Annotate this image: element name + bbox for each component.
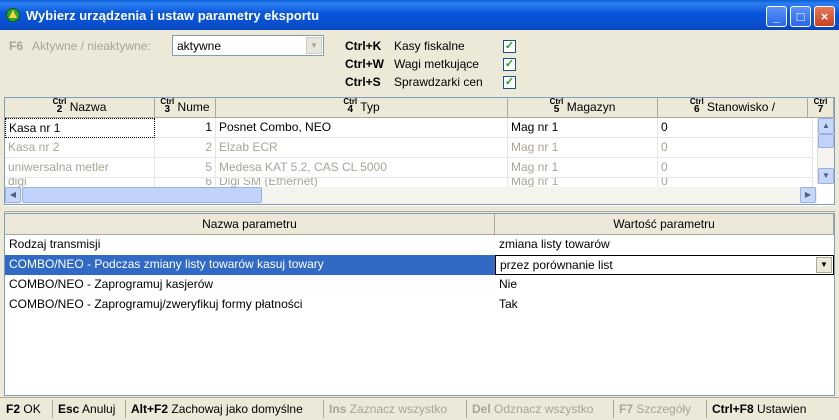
- separator: [706, 400, 707, 418]
- table-row[interactable]: Kasa nr 2 2 Elzab ECR Mag nr 1 0: [5, 138, 813, 158]
- cell-number: 5: [155, 158, 216, 178]
- param-value: zmiana listy towarów: [499, 237, 610, 251]
- separator: [52, 400, 53, 418]
- cell-warehouse: Mag nr 1: [508, 158, 658, 178]
- cell-warehouse: Mag nr 1: [508, 118, 658, 138]
- checkbox-price-checkers[interactable]: ✓: [503, 76, 516, 89]
- cell-station: 0: [658, 118, 813, 138]
- column-header-param-name[interactable]: Nazwa parametru: [5, 214, 495, 235]
- cell-station: 0: [658, 178, 813, 187]
- select-all-button[interactable]: Ins Zaznacz wszystko: [329, 402, 447, 416]
- scroll-left-icon[interactable]: ◀: [5, 187, 21, 203]
- column-header-type[interactable]: Ctrl 4 Typ: [216, 98, 508, 118]
- cell-type: Digi SM (Ethernet): [216, 178, 508, 187]
- chevron-down-icon[interactable]: ▼: [306, 37, 322, 54]
- param-value: Tak: [499, 297, 518, 311]
- cell-station: 0: [658, 138, 813, 158]
- filter-shortcut: F6: [9, 39, 24, 53]
- vertical-scrollbar[interactable]: ▲ ▼: [817, 118, 834, 184]
- active-filter-select[interactable]: aktywne ▼: [172, 35, 324, 56]
- close-button[interactable]: ×: [814, 6, 835, 27]
- deselect-all-button[interactable]: Del Odznacz wszystko: [472, 402, 593, 416]
- cell-station: 0: [658, 158, 813, 178]
- shortcut-ctrl-k: Ctrl+K: [345, 39, 382, 53]
- shortcut-ctrl-w: Ctrl+W: [345, 57, 384, 71]
- cell-warehouse: Mag nr 1: [508, 138, 658, 158]
- device-type-label-checkers: Sprawdzarki cen: [394, 75, 483, 89]
- save-default-button[interactable]: Alt+F2 Zachowaj jako domyślne: [131, 402, 303, 416]
- column-header-extra[interactable]: Ctrl 7: [808, 98, 834, 118]
- minimize-button[interactable]: _: [766, 6, 787, 27]
- cell-number: 6: [155, 178, 216, 187]
- cell-name: uniwersalna metler: [5, 158, 155, 178]
- param-value: Nie: [499, 277, 518, 291]
- table-row[interactable]: Kasa nr 1 1 Posnet Combo, NEO Mag nr 1 0: [5, 118, 813, 138]
- details-button[interactable]: F7 Szczegóły: [619, 402, 691, 416]
- param-name: Rodzaj transmisji: [9, 237, 101, 251]
- devices-grid[interactable]: Ctrl 2 Nazwa Ctrl 3 Nume Ctrl 4 Typ Ctrl 5 M…: [4, 97, 835, 205]
- param-name: COMBO/NEO - Zaprogramuj/zweryfikuj formy…: [9, 297, 303, 311]
- export-dialog: Wybierz urządzenia i ustaw parametry eks…: [0, 0, 839, 420]
- panel-splitter[interactable]: [4, 205, 835, 212]
- separator: [466, 400, 467, 418]
- param-name: COMBO/NEO - Podczas zmiany listy towarów…: [5, 255, 495, 275]
- param-row[interactable]: COMBO/NEO - Zaprogramuj kasjerów Nie: [5, 275, 834, 295]
- title-bar[interactable]: Wybierz urządzenia i ustaw parametry eks…: [0, 0, 839, 30]
- scroll-down-icon[interactable]: ▼: [818, 168, 834, 184]
- shortcut-ctrl-s: Ctrl+S: [345, 75, 381, 89]
- horizontal-scroll-thumb[interactable]: [22, 187, 262, 203]
- column-header-station[interactable]: Ctrl 6 Stanowisko /: [658, 98, 808, 118]
- cell-warehouse: Mag nr 1: [508, 178, 658, 187]
- parameters-grid[interactable]: Nazwa parametru Wartość parametru Rodzaj…: [4, 213, 835, 396]
- separator: [323, 400, 324, 418]
- filter-label: Aktywne / nieaktywne:: [32, 39, 151, 53]
- window-title: Wybierz urządzenia i ustaw parametry eks…: [26, 8, 320, 23]
- param-name: COMBO/NEO - Zaprogramuj kasjerów: [9, 277, 214, 291]
- scroll-right-icon[interactable]: ▶: [800, 187, 816, 203]
- column-header-number[interactable]: Ctrl 3 Nume: [155, 98, 216, 118]
- param-row[interactable]: Rodzaj transmisji zmiana listy towarów: [5, 235, 834, 255]
- shortcut-bar: F2 OK Esc Anuluj Alt+F2 Zachowaj jako do…: [0, 397, 839, 420]
- scroll-thumb[interactable]: [818, 134, 834, 148]
- table-row[interactable]: digi 6 Digi SM (Ethernet) Mag nr 1 0: [5, 178, 813, 187]
- horizontal-scrollbar[interactable]: ◀ ▶: [5, 187, 817, 204]
- ok-button[interactable]: F2 OK: [6, 402, 41, 416]
- param-value: przez porównanie list: [500, 258, 613, 272]
- cell-name: digi: [5, 178, 155, 187]
- cell-number: 1: [155, 118, 216, 138]
- table-row[interactable]: uniwersalna metler 5 Medesa KAT 5.2, CAS…: [5, 158, 813, 178]
- column-header-name[interactable]: Ctrl 2 Nazwa: [5, 98, 155, 118]
- active-filter-value: aktywne: [177, 39, 222, 53]
- chevron-down-icon[interactable]: ▼: [816, 257, 832, 273]
- param-row[interactable]: COMBO/NEO - Zaprogramuj/zweryfikuj formy…: [5, 295, 834, 315]
- scroll-up-icon[interactable]: ▲: [818, 118, 834, 134]
- cell-name: Kasa nr 1: [5, 118, 155, 138]
- separator: [613, 400, 614, 418]
- param-row[interactable]: COMBO/NEO - Podczas zmiany listy towarów…: [5, 255, 834, 275]
- device-type-label-scales: Wagi metkujące: [394, 57, 479, 71]
- cell-type: Medesa KAT 5.2, CAS CL 5000: [216, 158, 508, 178]
- cell-type: Posnet Combo, NEO: [216, 118, 508, 138]
- cell-name: Kasa nr 2: [5, 138, 155, 158]
- cell-number: 2: [155, 138, 216, 158]
- column-header-param-value[interactable]: Wartość parametru: [495, 214, 834, 235]
- app-icon: [6, 8, 20, 22]
- checkbox-label-scales[interactable]: ✓: [503, 58, 516, 71]
- settings-button[interactable]: Ctrl+F8 Ustawien: [712, 402, 806, 416]
- cancel-button[interactable]: Esc Anuluj: [58, 402, 115, 416]
- column-header-warehouse[interactable]: Ctrl 5 Magazyn: [508, 98, 658, 118]
- cell-type: Elzab ECR: [216, 138, 508, 158]
- device-type-label-fiscal: Kasy fiskalne: [394, 39, 465, 53]
- checkbox-fiscal-registers[interactable]: ✓: [503, 40, 516, 53]
- separator: [125, 400, 126, 418]
- param-value-select[interactable]: przez porównanie list ▼: [495, 255, 834, 275]
- maximize-button[interactable]: □: [790, 6, 811, 27]
